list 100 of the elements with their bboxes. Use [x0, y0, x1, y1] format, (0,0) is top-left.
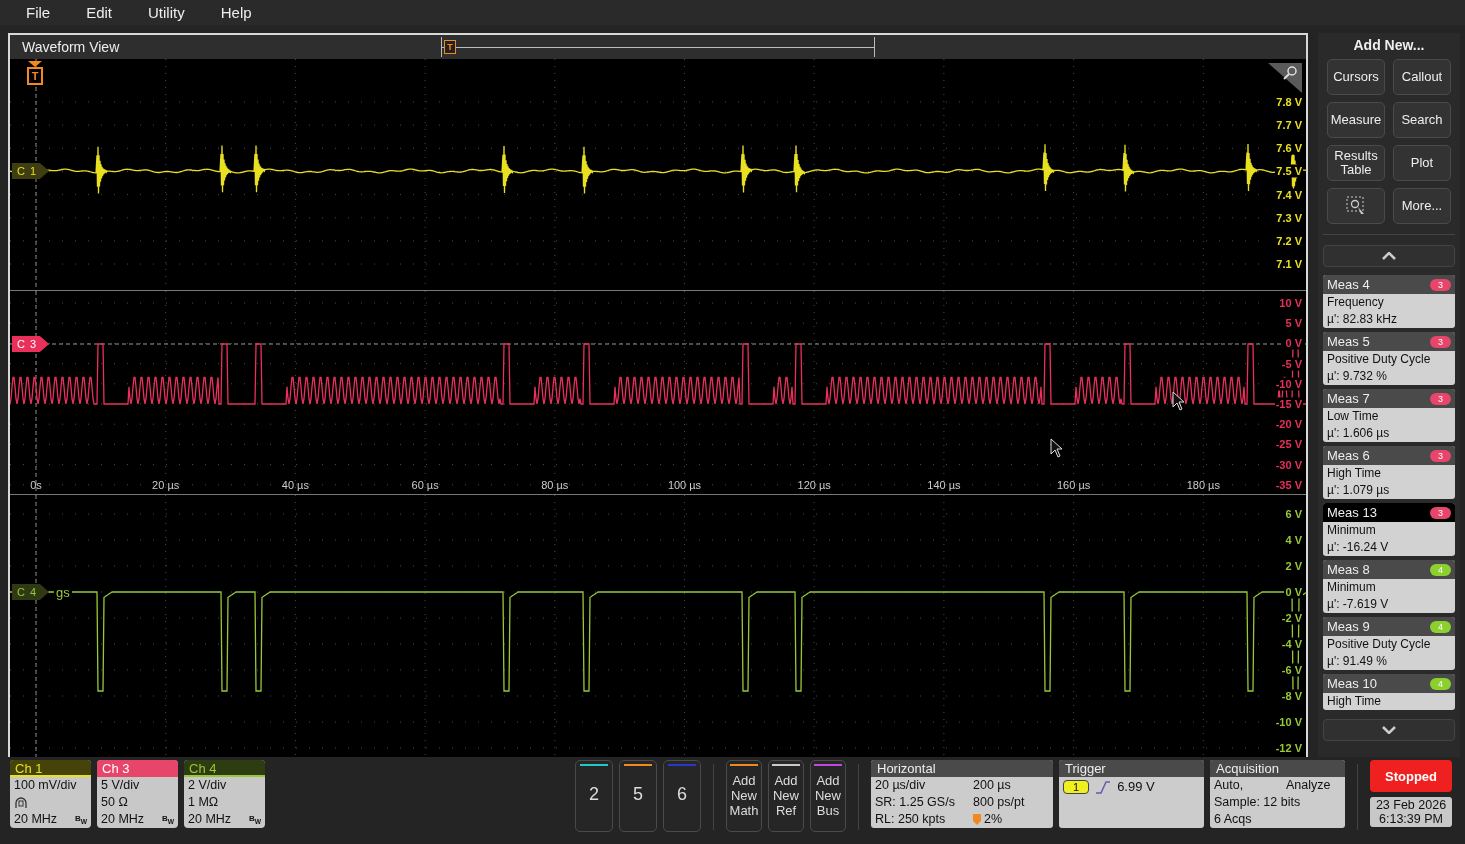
- zoom-region-button[interactable]: [1327, 188, 1385, 224]
- measurement-header[interactable]: Meas 13 3: [1323, 503, 1455, 522]
- menu-item[interactable]: Edit: [68, 4, 131, 21]
- horizontal-value: 20 µs/div: [875, 777, 927, 794]
- time-label: 0s: [30, 479, 42, 491]
- measurement-name: Meas 6: [1327, 448, 1370, 463]
- run-stop-button[interactable]: Stopped: [1370, 760, 1452, 792]
- axis-label: 7.1 V: [1275, 257, 1303, 271]
- record-position-bar[interactable]: T: [441, 37, 875, 57]
- axis-label: 6 V: [1284, 507, 1303, 521]
- side-button[interactable]: Search: [1393, 102, 1451, 138]
- axis-label: -6 V: [1280, 663, 1303, 677]
- channel-button[interactable]: 5: [619, 760, 657, 832]
- channel-name[interactable]: Ch 4: [184, 760, 265, 777]
- horizontal-panel[interactable]: Horizontal 20 µs/div 200 µs SR: 1.25 GS/s 800 ps/pt RL: 250 kpts 2%: [871, 760, 1053, 828]
- menu-item[interactable]: Help: [202, 4, 270, 21]
- trigger-panel[interactable]: Trigger 1 6.99 V: [1059, 760, 1204, 828]
- axis-label: 5 V: [1284, 316, 1303, 330]
- channel-setting: 20 MHz: [14, 811, 58, 828]
- time-text: 6:13:39 PM: [1378, 812, 1444, 826]
- channel-setting: 100 mV/div: [14, 777, 77, 794]
- acquisition-value: Auto,: [1214, 777, 1245, 794]
- trigger-position-icon: [973, 814, 981, 825]
- measurement-card[interactable]: Meas 6 3 High Time µ': 1.079 µs: [1323, 446, 1455, 499]
- measurement-type: Positive Duty Cycle: [1326, 636, 1432, 653]
- side-button[interactable]: Cursors: [1327, 59, 1385, 95]
- trigger-marker[interactable]: T: [27, 67, 43, 85]
- side-button[interactable]: Measure: [1327, 102, 1385, 138]
- channel-card[interactable]: Ch 3 5 V/div 50 Ω 20 MHz B$_{W}$: [97, 760, 178, 828]
- channel-marker[interactable]: C 4: [12, 584, 50, 600]
- measurement-card[interactable]: Meas 13 3 Minimum µ': -16.24 V: [1323, 503, 1455, 556]
- measurement-header[interactable]: Meas 7 3: [1323, 389, 1455, 408]
- trigger-source: 1: [1063, 779, 1090, 794]
- measurement-card[interactable]: Meas 9 4 Positive Duty Cycle µ': 91.49 %: [1323, 617, 1455, 670]
- channel-setting: 20 MHz: [101, 811, 145, 828]
- menu-item[interactable]: Utility: [130, 4, 203, 21]
- side-button[interactable]: Callout: [1393, 59, 1451, 95]
- channel-button[interactable]: 2: [575, 760, 613, 832]
- channel-card[interactable]: Ch 4 2 V/div 1 MΩ 20 MHz B$_{W}$: [184, 760, 265, 828]
- axis-label: -10 V: [1274, 715, 1303, 729]
- measurement-header[interactable]: Meas 8 4: [1323, 560, 1455, 579]
- side-button[interactable]: Results Table: [1327, 145, 1385, 181]
- time-label: 180 µs: [1186, 479, 1220, 491]
- zoom-icon[interactable]: [1268, 63, 1302, 93]
- measurement-name: Meas 5: [1327, 334, 1370, 349]
- measurement-value: µ': -7.619 V: [1326, 596, 1390, 613]
- measurement-header[interactable]: Meas 10 4: [1323, 674, 1455, 693]
- measurement-name: Meas 4: [1327, 277, 1370, 292]
- probe-icon: [14, 796, 28, 809]
- measurement-card[interactable]: Meas 10 4 High Time: [1323, 674, 1455, 710]
- channel-card[interactable]: Ch 1 100 mV/div 20 MHz B$_{W}$: [10, 760, 91, 828]
- measurement-header[interactable]: Meas 4 3: [1323, 275, 1455, 294]
- pointer-icon: [1172, 391, 1185, 411]
- measurement-card[interactable]: Meas 7 3 Low Time µ': 1.606 µs: [1323, 389, 1455, 442]
- source-badge: 4: [1430, 620, 1451, 633]
- channel-button[interactable]: 6: [663, 760, 701, 832]
- trigger-position-marker[interactable]: T: [444, 40, 456, 54]
- source-badge: 3: [1430, 392, 1451, 405]
- acquisition-panel[interactable]: Acquisition Auto, Analyze Sample: 12 bits 6 Acqs: [1210, 760, 1345, 828]
- measurement-card[interactable]: Meas 8 4 Minimum µ': -7.619 V: [1323, 560, 1455, 613]
- add-button[interactable]: Add New Bus: [810, 760, 846, 832]
- axis-label: -30 V: [1274, 458, 1303, 472]
- measurement-header[interactable]: Meas 6 3: [1323, 446, 1455, 465]
- time-label: 40 µs: [281, 479, 309, 491]
- bandwidth-limit-mark: B$_{W}$: [161, 812, 174, 827]
- horizontal-value: RL: 250 kpts: [875, 811, 947, 828]
- measurement-value: µ': 1.079 µs: [1326, 482, 1391, 499]
- time-label: 120 µs: [797, 479, 831, 491]
- channel-marker[interactable]: C 3: [12, 336, 50, 352]
- measurement-header[interactable]: Meas 5 3: [1323, 332, 1455, 351]
- measurement-header[interactable]: Meas 9 4: [1323, 617, 1455, 636]
- add-button[interactable]: Add New Ref: [768, 760, 804, 832]
- channel-marker[interactable]: C 1: [12, 163, 50, 179]
- axis-label: 7.7 V: [1275, 118, 1303, 132]
- acquisition-value: Analyze: [1286, 777, 1332, 794]
- trigger-level: 6.99 V: [1117, 779, 1155, 794]
- axis-label: -20 V: [1274, 417, 1303, 431]
- measurement-value: µ': 91.49 %: [1326, 653, 1388, 670]
- channel-name[interactable]: Ch 1: [10, 760, 91, 777]
- side-button[interactable]: Plot: [1393, 145, 1451, 181]
- scroll-down-button[interactable]: [1323, 719, 1455, 741]
- chevron-up-icon: [1382, 252, 1396, 260]
- axis-label: -2 V: [1280, 611, 1303, 625]
- axis-label: 7.2 V: [1275, 234, 1303, 248]
- measurement-card[interactable]: Meas 4 3 Frequency µ': 82.83 kHz: [1323, 275, 1455, 328]
- bandwidth-limit-mark: B$_{W}$: [248, 812, 261, 827]
- menu-item[interactable]: File: [8, 4, 69, 21]
- axis-label: -8 V: [1280, 689, 1303, 703]
- channel-setting: 1 MΩ: [188, 794, 219, 811]
- measurement-type: High Time: [1326, 693, 1383, 710]
- measurement-name: Meas 8: [1327, 562, 1370, 577]
- channel-name[interactable]: Ch 3: [97, 760, 178, 777]
- source-badge: 4: [1430, 677, 1451, 690]
- measurement-name: Meas 7: [1327, 391, 1370, 406]
- axis-label: -25 V: [1274, 437, 1303, 451]
- horizontal-value: 2%: [984, 811, 1003, 828]
- side-button[interactable]: More...: [1393, 188, 1451, 224]
- scroll-up-button[interactable]: [1323, 245, 1455, 267]
- measurement-card[interactable]: Meas 5 3 Positive Duty Cycle µ': 9.732 %: [1323, 332, 1455, 385]
- add-button[interactable]: Add New Math: [726, 760, 762, 832]
